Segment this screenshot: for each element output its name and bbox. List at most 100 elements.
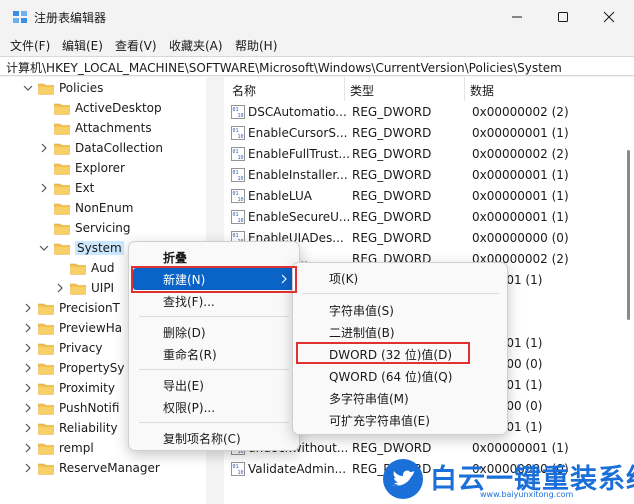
list-row[interactable]: 01 10 EnableSecureU... REG_DWORD 0x00000001 … <box>224 207 624 228</box>
title-bar: 注册表编辑器 <box>0 0 634 34</box>
cell-name: DSCAutomatio... <box>248 105 347 119</box>
svg-text:10: 10 <box>238 155 244 161</box>
minimize-button[interactable] <box>494 0 540 34</box>
context-menu: 折叠 新建(N) 查找(F)... 删除(D) 重命名(R) 导出(E) 权限(… <box>128 241 300 451</box>
tree-node[interactable]: Aud <box>54 258 114 278</box>
chevron-right-icon[interactable] <box>22 382 34 394</box>
cell-data: 0x00000002 (2) <box>472 105 569 119</box>
ctx-permissions[interactable]: 权限(P)... <box>133 396 295 418</box>
tree-node[interactable]: NonEnum <box>38 198 133 218</box>
tree-node[interactable]: DataCollection <box>38 138 163 158</box>
chevron-right-icon[interactable] <box>22 442 34 454</box>
close-icon <box>603 11 615 23</box>
tree-node[interactable]: Explorer <box>38 158 125 178</box>
reg-dword-icon: 0110 <box>231 147 245 161</box>
tree-node[interactable]: Proximity <box>22 378 115 398</box>
submenu-multi-string-value[interactable]: 多字符串值(M) <box>297 387 503 409</box>
chevron-right-icon[interactable] <box>22 422 34 434</box>
tree-node[interactable]: PrecisionT <box>22 298 120 318</box>
submenu-key[interactable]: 项(K) <box>297 267 503 289</box>
column-header-type[interactable]: 类型 <box>350 82 374 99</box>
tree-node-label: PushNotifi <box>59 401 120 415</box>
chevron-right-icon[interactable] <box>54 282 66 294</box>
reg-dword-icon: 0110 <box>231 168 245 182</box>
folder-icon <box>38 463 54 475</box>
tree-node[interactable]: PreviewHa <box>22 318 122 338</box>
tree-node[interactable]: PropertySy <box>22 358 125 378</box>
reg-dword-icon: 0110 <box>231 462 245 476</box>
chevron-right-icon[interactable] <box>38 142 50 154</box>
tree-node[interactable]: Privacy <box>22 338 102 358</box>
tree-node[interactable]: Reliability <box>22 418 118 438</box>
chevron-down-icon[interactable] <box>22 82 34 94</box>
cell-name: EnableInstaller... <box>248 168 348 182</box>
column-divider[interactable] <box>464 77 465 101</box>
list-row[interactable]: 01 10 EnableCursorS... REG_DWORD 0x00000001 … <box>224 123 624 144</box>
chevron-down-icon[interactable] <box>38 242 50 254</box>
tree-node-label: Explorer <box>75 161 125 175</box>
tree-node[interactable]: UIPI <box>54 278 114 298</box>
ctx-new-label: 新建(N) <box>163 272 206 287</box>
close-button[interactable] <box>586 0 632 34</box>
chevron-spacer <box>38 162 50 174</box>
chevron-spacer <box>38 102 50 114</box>
tree-node[interactable]: Servicing <box>38 218 131 238</box>
chevron-spacer <box>38 222 50 234</box>
folder-icon <box>54 223 70 235</box>
ctx-collapse[interactable]: 折叠 <box>133 246 295 268</box>
address-path[interactable]: 计算机\HKEY_LOCAL_MACHINE\SOFTWARE\Microsof… <box>6 59 562 76</box>
tree-node[interactable]: Ext <box>38 178 94 198</box>
tree-node[interactable]: ReserveManager <box>22 458 160 478</box>
ctx-find[interactable]: 查找(F)... <box>133 290 295 312</box>
chevron-right-icon[interactable] <box>22 342 34 354</box>
tree-node[interactable]: ActiveDesktop <box>38 98 162 118</box>
chevron-right-icon[interactable] <box>22 462 34 474</box>
ctx-copy-key-name[interactable]: 复制项名称(C) <box>133 427 295 449</box>
chevron-right-icon[interactable] <box>22 402 34 414</box>
reg-dword-icon: 0110 <box>231 105 245 119</box>
submenu-expandable-string-value[interactable]: 可扩充字符串值(E) <box>297 409 503 431</box>
new-submenu: 项(K) 字符串值(S) 二进制值(B) DWORD (32 位)值(D) QW… <box>292 262 508 435</box>
submenu-dword-value[interactable]: DWORD (32 位)值(D) <box>297 343 503 365</box>
menu-favorites[interactable]: 收藏夹(A) <box>169 37 223 54</box>
tree-node[interactable]: rempl <box>22 438 94 458</box>
submenu-qword-value[interactable]: QWORD (64 位)值(Q) <box>297 365 503 387</box>
chevron-right-icon[interactable] <box>38 182 50 194</box>
list-row[interactable]: 01 10 DSCAutomatio... REG_DWORD 0x00000002 (… <box>224 102 624 123</box>
menu-edit[interactable]: 编辑(E) <box>62 37 103 54</box>
tree-node[interactable]: Policies <box>22 78 103 98</box>
submenu-binary-value[interactable]: 二进制值(B) <box>297 321 503 343</box>
ctx-rename[interactable]: 重命名(R) <box>133 343 295 365</box>
tree-node[interactable]: PushNotifi <box>22 398 119 418</box>
tree-node[interactable]: System <box>38 238 124 258</box>
list-row[interactable]: 01 10 EnableLUA REG_DWORD 0x00000001 (1) <box>224 186 624 207</box>
list-row[interactable]: 01 10 EnableInstaller... REG_DWORD 0x0000000… <box>224 165 624 186</box>
chevron-right-icon[interactable] <box>22 362 34 374</box>
address-bar[interactable]: 计算机\HKEY_LOCAL_MACHINE\SOFTWARE\Microsof… <box>0 56 634 76</box>
cell-name: EnableCursorS... <box>248 126 348 140</box>
submenu-string-value[interactable]: 字符串值(S) <box>297 299 503 321</box>
column-header-data[interactable]: 数据 <box>470 82 494 99</box>
chevron-right-icon[interactable] <box>22 322 34 334</box>
folder-icon <box>54 243 70 255</box>
column-divider[interactable] <box>344 77 345 101</box>
menu-file[interactable]: 文件(F) <box>10 37 50 54</box>
tree-node[interactable]: Attachments <box>38 118 152 138</box>
ctx-permissions-label: 权限(P)... <box>163 400 216 415</box>
ctx-separator <box>139 422 289 423</box>
ctx-export[interactable]: 导出(E) <box>133 374 295 396</box>
folder-icon <box>54 103 70 115</box>
chevron-right-icon[interactable] <box>22 302 34 314</box>
list-row[interactable]: 01 10 EnableFullTrust... REG_DWORD 0x0000000… <box>224 144 624 165</box>
maximize-button[interactable] <box>540 0 586 34</box>
column-header-name[interactable]: 名称 <box>232 82 256 99</box>
cell-name: EnableSecureU... <box>248 210 351 224</box>
list-scrollbar-thumb[interactable] <box>627 150 630 320</box>
ctx-new[interactable]: 新建(N) <box>133 268 295 290</box>
cell-type: REG_DWORD <box>352 105 432 119</box>
menu-view[interactable]: 查看(V) <box>115 37 157 54</box>
tree-node-label: rempl <box>59 441 94 455</box>
list-header: 名称 类型 数据 <box>224 77 634 101</box>
menu-help[interactable]: 帮助(H) <box>235 37 277 54</box>
ctx-delete[interactable]: 删除(D) <box>133 321 295 343</box>
